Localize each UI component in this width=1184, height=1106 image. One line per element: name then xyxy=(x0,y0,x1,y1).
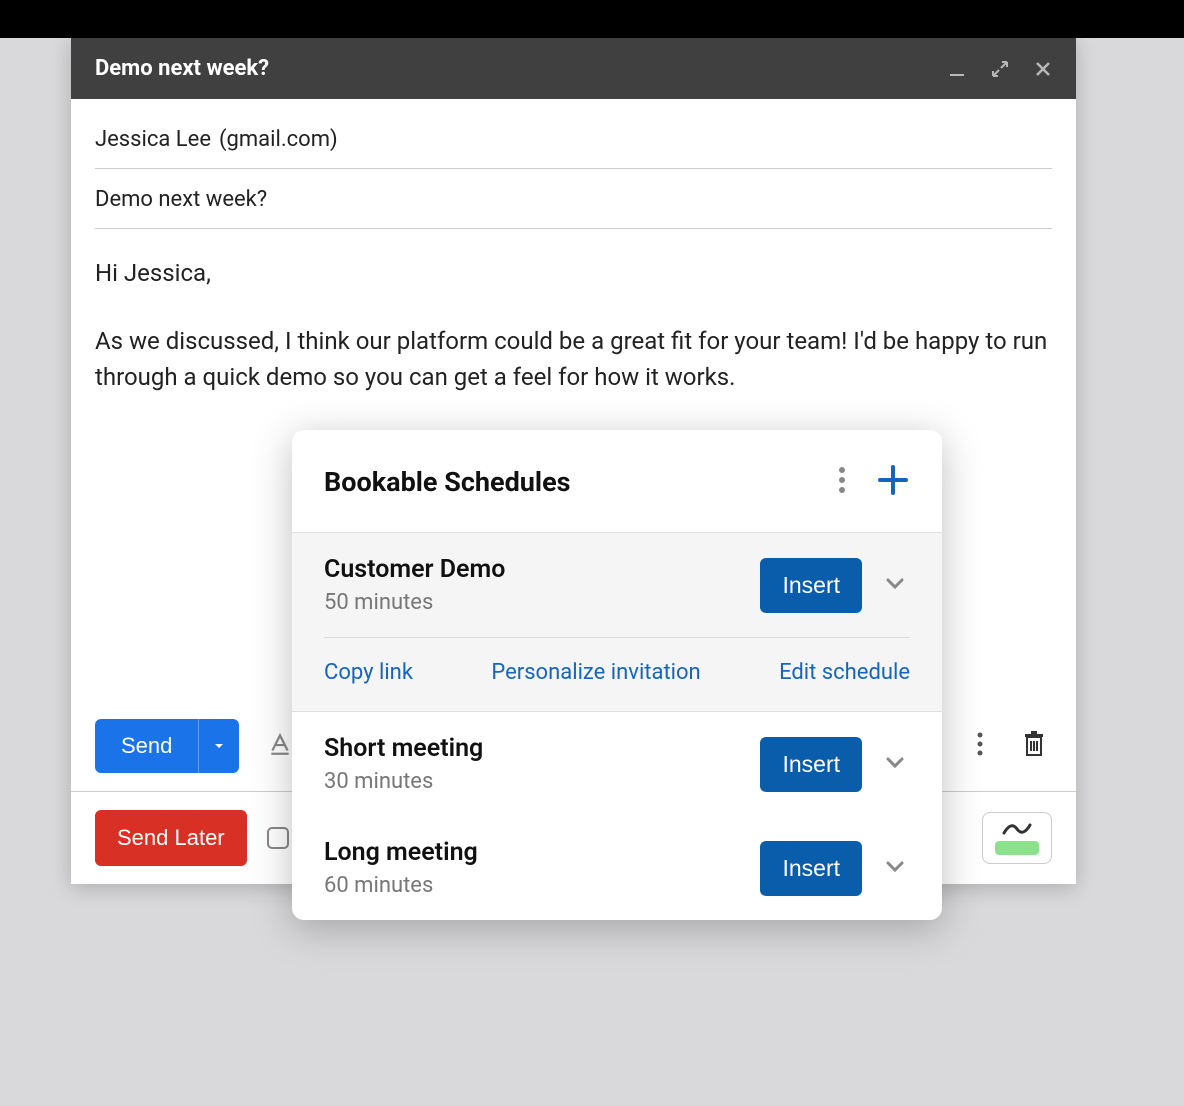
subject-field[interactable]: Demo next week? xyxy=(95,169,1052,229)
schedule-item-short-meeting: Short meeting 30 minutes Insert xyxy=(292,712,942,816)
window-title: Demo next week? xyxy=(95,56,948,81)
insert-button[interactable]: Insert xyxy=(760,841,862,896)
edit-schedule-action[interactable]: Edit schedule xyxy=(779,660,910,685)
subject-text: Demo next week? xyxy=(95,187,267,212)
chevron-down-icon[interactable] xyxy=(880,568,910,602)
recipient-domain: (gmail.com) xyxy=(219,127,338,152)
schedule-duration: 30 minutes xyxy=(324,769,760,794)
chevron-down-icon[interactable] xyxy=(880,747,910,781)
status-pill xyxy=(995,841,1039,855)
chevron-down-icon[interactable] xyxy=(880,851,910,885)
bookable-schedules-popup: Bookable Schedules Customer Demo 50 minu… xyxy=(292,430,942,920)
schedule-item-customer-demo: Customer Demo 50 minutes Insert xyxy=(292,532,942,637)
schedule-name: Long meeting xyxy=(324,838,760,867)
send-button[interactable]: Send xyxy=(95,719,239,773)
schedule-name: Customer Demo xyxy=(324,555,760,584)
remind-checkbox[interactable] xyxy=(267,827,289,849)
schedule-item-long-meeting: Long meeting 60 minutes Insert xyxy=(292,816,942,920)
popup-more-icon[interactable] xyxy=(832,460,852,504)
more-options-icon[interactable] xyxy=(970,725,990,767)
schedule-duration: 60 minutes xyxy=(324,873,760,898)
schedule-duration: 50 minutes xyxy=(324,590,760,615)
expand-icon[interactable] xyxy=(990,59,1010,79)
wave-icon xyxy=(1002,823,1032,835)
popup-header: Bookable Schedules xyxy=(292,430,942,532)
schedule-name: Short meeting xyxy=(324,734,760,763)
schedule-actions: Copy link Personalize invitation Edit sc… xyxy=(292,637,942,712)
status-indicator[interactable] xyxy=(982,812,1052,864)
send-later-button[interactable]: Send Later xyxy=(95,810,247,866)
insert-button[interactable]: Insert xyxy=(760,558,862,613)
body-paragraph: As we discussed, I think our platform co… xyxy=(95,323,1052,395)
close-icon[interactable] xyxy=(1034,60,1052,78)
add-schedule-icon[interactable] xyxy=(876,463,910,501)
recipient-name: Jessica Lee xyxy=(95,127,211,152)
trash-icon[interactable] xyxy=(1016,725,1052,767)
copy-link-action[interactable]: Copy link xyxy=(324,660,413,685)
body-greeting: Hi Jessica, xyxy=(95,255,1052,291)
compose-titlebar: Demo next week? xyxy=(71,38,1076,99)
recipient-field[interactable]: Jessica Lee (gmail.com) xyxy=(95,109,1052,169)
send-label: Send xyxy=(95,733,198,759)
minimize-icon[interactable] xyxy=(948,60,966,78)
send-dropdown-icon[interactable] xyxy=(198,719,239,773)
popup-title: Bookable Schedules xyxy=(324,466,832,498)
personalize-action[interactable]: Personalize invitation xyxy=(491,660,700,685)
insert-button[interactable]: Insert xyxy=(760,737,862,792)
